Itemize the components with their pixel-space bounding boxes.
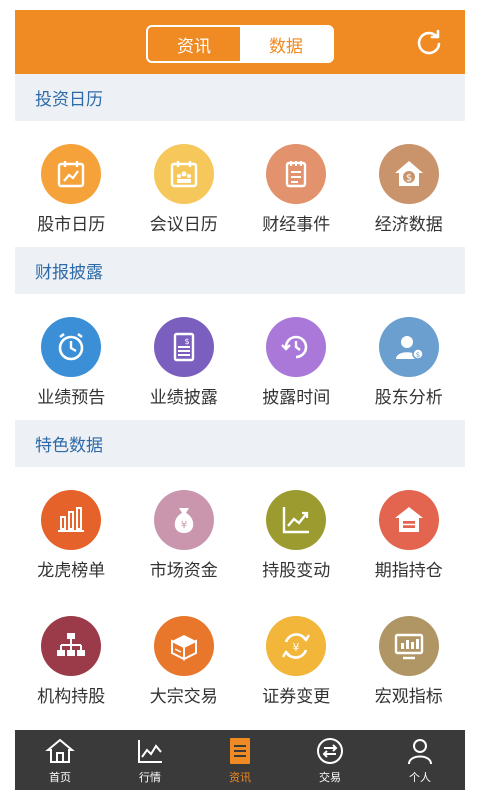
item-block-trades[interactable]: 大宗交易: [128, 593, 241, 719]
item-label: 宏观指标: [374, 687, 443, 706]
line-chart-icon: [138, 739, 162, 763]
report-document-icon: $: [153, 317, 214, 377]
item-label: 经济数据: [374, 215, 443, 234]
section-title-calendar: 投资日历: [15, 74, 465, 121]
home-icon: [45, 738, 75, 763]
refresh-icon[interactable]: [415, 29, 443, 57]
tab-label: 行情: [139, 771, 161, 784]
house-money-icon: $: [378, 144, 439, 204]
item-earnings-forecast[interactable]: 业绩预告: [15, 294, 128, 420]
item-financial-events[interactable]: 财经事件: [240, 121, 353, 247]
item-economic-data[interactable]: $ 经济数据: [353, 121, 466, 247]
item-macro-indicators[interactable]: 宏观指标: [353, 593, 466, 719]
item-shareholder-analysis[interactable]: $ 股东分析: [353, 294, 466, 420]
tab-personal[interactable]: 个人: [375, 730, 465, 790]
item-futures-positions[interactable]: 期指持仓: [353, 467, 466, 593]
top-bar: 资讯 数据: [15, 10, 465, 74]
item-label: 持股变动: [262, 561, 331, 580]
item-securities-changes[interactable]: ¥ 证券变更: [240, 593, 353, 719]
yuan-exchange-icon: ¥: [266, 616, 327, 676]
section-title-featured: 特色数据: [15, 420, 465, 467]
grid-earnings: 业绩预告 $ 业绩披露 披露时间 $ 股东分析: [15, 294, 465, 420]
box-icon: [153, 616, 214, 676]
section-title-earnings: 财报披露: [15, 247, 465, 294]
item-label: 业绩披露: [149, 388, 218, 407]
svg-text:¥: ¥: [181, 520, 187, 531]
item-meeting-calendar[interactable]: 会议日历: [128, 121, 241, 247]
item-label: 股东分析: [374, 388, 443, 407]
tab-news[interactable]: 资讯: [148, 27, 240, 61]
item-label: 市场资金: [149, 561, 218, 580]
svg-text:$: $: [406, 173, 412, 184]
alarm-clock-icon: [41, 317, 102, 377]
grid-calendar: 股市日历 会议日历 财经事件 $ 经济数据: [15, 121, 465, 247]
warehouse-icon: [378, 490, 439, 550]
exchange-icon: [317, 737, 343, 764]
tab-quotes[interactable]: 行情: [105, 730, 195, 790]
notepad-icon: [266, 144, 327, 204]
item-label: 机构持股: [37, 687, 106, 706]
item-label: 证券变更: [262, 687, 331, 706]
trend-chart-icon: [266, 490, 327, 550]
person-icon: [408, 738, 432, 764]
svg-text:$: $: [416, 351, 420, 359]
svg-text:¥: ¥: [293, 641, 300, 654]
tab-label: 资讯: [229, 771, 251, 784]
item-earnings-disclosure[interactable]: $ 业绩披露: [128, 294, 241, 420]
item-label: 业绩预告: [37, 388, 106, 407]
bottom-tab-bar: 首页 行情 资讯 交易 个人: [15, 730, 465, 790]
tab-home[interactable]: 首页: [15, 730, 105, 790]
monitor-icon: [378, 616, 439, 676]
tab-data[interactable]: 数据: [240, 27, 332, 61]
shareholder-icon: $: [378, 317, 439, 377]
tab-label: 首页: [49, 771, 71, 784]
segment-switch: 资讯 数据: [146, 25, 334, 63]
clock-icon: [266, 317, 327, 377]
item-label: 大宗交易: [149, 687, 218, 706]
item-label: 期指持仓: [374, 561, 443, 580]
grid-featured: 龙虎榜单 ¥ 市场资金 持股变动 期指持仓 机构持股 大宗交易 ¥ 证券变更 宏…: [15, 467, 465, 719]
item-market-funds[interactable]: ¥ 市场资金: [128, 467, 241, 593]
item-label: 披露时间: [262, 388, 331, 407]
item-market-calendar[interactable]: 股市日历: [15, 121, 128, 247]
tab-label: 个人: [409, 771, 431, 784]
market-calendar-icon: [41, 144, 102, 204]
item-disclosure-time[interactable]: 披露时间: [240, 294, 353, 420]
item-label: 股市日历: [37, 215, 106, 234]
item-label: 会议日历: [149, 215, 218, 234]
phone-screen: 资讯 数据 投资日历 股市日历 会议日历 财经事件 $ 经济数据 财报披露 业绩…: [15, 10, 465, 790]
item-holding-changes[interactable]: 持股变动: [240, 467, 353, 593]
news-icon: [230, 737, 250, 764]
meeting-calendar-icon: [153, 144, 214, 204]
item-label: 财经事件: [262, 215, 331, 234]
bar-chart-icon: [41, 490, 102, 550]
money-bag-icon: ¥: [153, 490, 214, 550]
tab-news-bottom[interactable]: 资讯: [195, 730, 285, 790]
tab-trade[interactable]: 交易: [285, 730, 375, 790]
org-chart-icon: [41, 616, 102, 676]
svg-text:$: $: [184, 337, 189, 346]
item-label: 龙虎榜单: [37, 561, 106, 580]
item-institutional-holdings[interactable]: 机构持股: [15, 593, 128, 719]
item-dragon-tiger-list[interactable]: 龙虎榜单: [15, 467, 128, 593]
tab-label: 交易: [319, 771, 341, 784]
